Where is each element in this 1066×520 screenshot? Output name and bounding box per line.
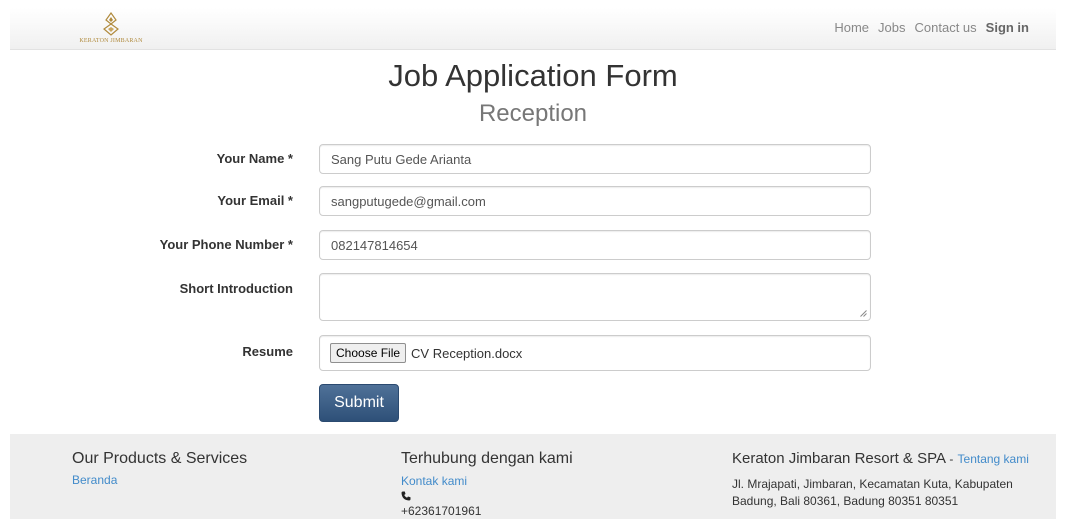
- footer-address-line2: Badung, Bali 80361, Badung 80351 80351: [732, 494, 959, 508]
- brand-name: KERATON JIMBARAN: [79, 38, 143, 44]
- page-subtitle: Reception: [478, 100, 588, 127]
- phone-label: Your Phone Number *: [159, 237, 293, 252]
- name-input[interactable]: Sang Putu Gede Arianta: [319, 144, 871, 174]
- footer: Our Products & Services Beranda Terhubun…: [10, 434, 1056, 519]
- resize-grip-icon[interactable]: [860, 310, 867, 317]
- name-label: Your Name *: [216, 151, 293, 166]
- navbar: KERATON JIMBARAN Home Jobs Contact us Si…: [10, 8, 1056, 50]
- nav-contact[interactable]: Contact us: [915, 20, 977, 35]
- footer-about-heading: Keraton Jimbaran Resort & SPA: [732, 450, 946, 467]
- submit-button[interactable]: Submit: [319, 384, 399, 422]
- keraton-logo-icon: [103, 12, 119, 36]
- intro-label: Short Introduction: [179, 281, 293, 296]
- resume-file-input[interactable]: Choose File CV Reception.docx: [319, 335, 871, 371]
- phone-input[interactable]: 082147814654: [319, 230, 871, 260]
- footer-about-heading-line: Keraton Jimbaran Resort & SPA - Tentang …: [732, 450, 1032, 468]
- phone-icon: [401, 491, 411, 501]
- email-input[interactable]: sangputugede@gmail.com: [319, 186, 871, 216]
- nav-jobs[interactable]: Jobs: [878, 20, 905, 35]
- choose-file-button[interactable]: Choose File: [330, 343, 407, 363]
- intro-textarea[interactable]: [319, 273, 871, 321]
- nav-signin[interactable]: Sign in: [986, 20, 1029, 35]
- footer-contact: Terhubung dengan kami Kontak kami +62361…: [401, 450, 573, 520]
- footer-about-separator: -: [949, 452, 954, 466]
- brand-logo[interactable]: KERATON JIMBARAN: [66, 12, 156, 46]
- main-nav: Home Jobs Contact us Sign in: [834, 20, 1029, 35]
- resume-label: Resume: [242, 344, 293, 359]
- email-label: Your Email *: [217, 193, 293, 208]
- footer-about: Keraton Jimbaran Resort & SPA - Tentang …: [732, 450, 1032, 510]
- nav-home[interactable]: Home: [834, 20, 869, 35]
- footer-products: Our Products & Services Beranda: [72, 450, 247, 487]
- footer-phone: +62361701961: [401, 504, 482, 518]
- footer-link-tentang[interactable]: Tentang kami: [958, 452, 1029, 466]
- footer-products-heading: Our Products & Services: [72, 450, 248, 467]
- footer-link-kontak[interactable]: Kontak kami: [401, 474, 573, 488]
- page-title: Job Application Form: [388, 58, 678, 93]
- file-name: CV Reception.docx: [411, 345, 523, 361]
- footer-contact-heading: Terhubung dengan kami: [401, 450, 573, 467]
- footer-link-beranda[interactable]: Beranda: [72, 473, 247, 487]
- footer-address-line1: Jl. Mrajapati, Jimbaran, Kecamatan Kuta,…: [732, 477, 1013, 491]
